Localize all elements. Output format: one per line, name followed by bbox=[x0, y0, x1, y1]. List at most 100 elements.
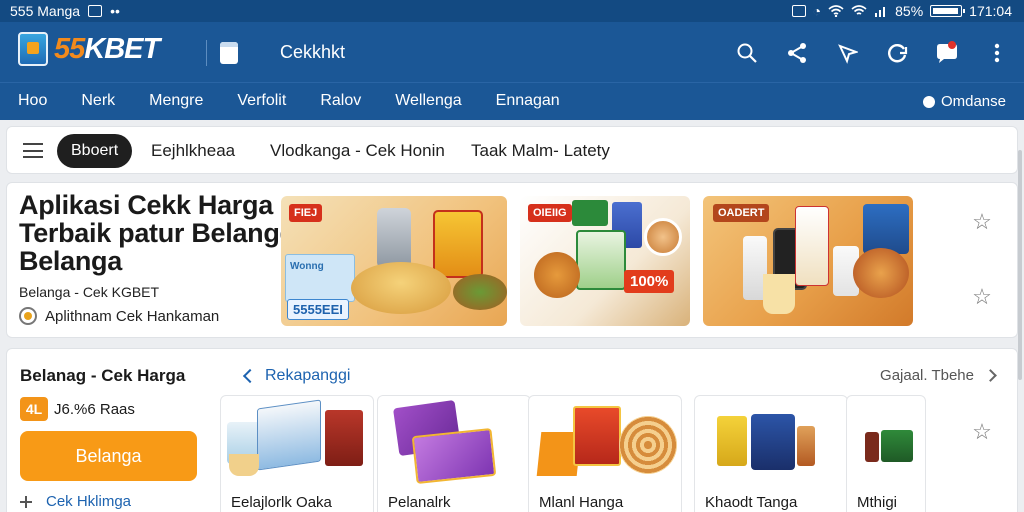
hero-tagline: Aplithnam Cek Hankaman bbox=[19, 307, 219, 325]
nav-tab[interactable]: Hoo bbox=[18, 92, 47, 110]
check-price-link[interactable]: Cek Hklimga bbox=[20, 493, 131, 510]
search-icon[interactable] bbox=[734, 40, 760, 66]
status-bar: 555 Manga •• ◔ 85% 171:04 bbox=[0, 0, 1024, 22]
cell-signal-icon bbox=[875, 7, 886, 17]
filter-bar: Bboert Eejhlkheaa Vlodkanga - Cek Honin … bbox=[6, 126, 1018, 174]
nav-tab[interactable]: Wellenga bbox=[395, 92, 461, 110]
favorite-star-icon[interactable]: ☆ bbox=[971, 421, 993, 443]
download-icon[interactable] bbox=[834, 40, 860, 66]
can-image bbox=[377, 208, 411, 268]
promo-banner-snacks[interactable]: OIEIIG 100% bbox=[520, 196, 690, 326]
panel-link[interactable]: Rekapanggi bbox=[242, 367, 350, 385]
product-name: Mlanl Hanga bbox=[539, 494, 624, 511]
product-box-image bbox=[863, 204, 909, 254]
promo-banner-grocery[interactable]: OADERT bbox=[703, 196, 913, 326]
wifi-icon bbox=[828, 5, 844, 17]
logo-cube-icon bbox=[18, 32, 48, 66]
product-name: Mthigi bbox=[857, 494, 898, 511]
buy-button[interactable]: Belanga bbox=[20, 431, 197, 481]
chevron-right-icon bbox=[984, 369, 997, 382]
app-bar-divider bbox=[206, 40, 207, 66]
battery-icon bbox=[930, 5, 966, 17]
filter-chip[interactable]: Eejhlkheaa bbox=[151, 141, 235, 161]
products-panel: Belanag - Cek Harga Rekapanggi Gajaal. T… bbox=[6, 348, 1018, 512]
nav-tab[interactable]: Nerk bbox=[81, 92, 115, 110]
clock: 171:04 bbox=[969, 3, 1012, 19]
status-app-name: 555 Manga bbox=[10, 3, 81, 19]
nav-bar: Hoo Nerk Mengre Verfolit Ralov Wellenga … bbox=[0, 82, 1024, 120]
user-icon bbox=[922, 95, 935, 108]
logo-wordmark: 55KBET bbox=[54, 32, 160, 65]
see-all-link[interactable]: Gajaal. Tbehe bbox=[880, 367, 997, 384]
product-card[interactable]: Khaodt Tanga bbox=[694, 395, 848, 512]
nav-tab[interactable]: Verfolit bbox=[237, 92, 286, 110]
app-title: Cekkhkt bbox=[280, 42, 346, 62]
app-badge-icon bbox=[19, 307, 37, 325]
nav-tab[interactable]: Ralov bbox=[320, 92, 361, 110]
user-label: Omdanse bbox=[940, 93, 1006, 110]
panel-title: Belanag - Cek Harga bbox=[20, 366, 186, 385]
app-bar-actions bbox=[734, 40, 1010, 66]
share-icon[interactable] bbox=[784, 40, 810, 66]
arrow-left-icon bbox=[242, 368, 258, 384]
user-menu[interactable]: Omdanse bbox=[922, 93, 1006, 110]
food-bowl-image bbox=[644, 218, 682, 256]
food-bowl-image bbox=[453, 274, 507, 310]
discount-badge: 100% bbox=[624, 270, 675, 293]
snack-bowl-image bbox=[853, 248, 909, 298]
battery-percent: 85% bbox=[895, 3, 924, 19]
menu-icon[interactable] bbox=[23, 143, 43, 158]
promo-tag: OIEIIG bbox=[528, 204, 572, 222]
cup-image bbox=[763, 274, 795, 314]
food-plate-image bbox=[351, 262, 451, 314]
promo-banner-food[interactable]: FIEJ Wonng 5555EEI bbox=[281, 196, 507, 326]
phone-icon bbox=[791, 5, 806, 17]
document-icon[interactable] bbox=[220, 42, 238, 64]
notification-icon[interactable] bbox=[934, 40, 960, 66]
price-text: J6.%6 Raas bbox=[54, 400, 135, 418]
hero-subtitle: Belanga - Cek KGBET bbox=[19, 284, 160, 300]
refresh-icon[interactable] bbox=[884, 40, 910, 66]
price-row: 4L J6.%6 Raas bbox=[20, 397, 135, 421]
nav-tab[interactable]: Ennagan bbox=[496, 92, 560, 110]
product-image bbox=[378, 396, 530, 492]
product-jar-image bbox=[795, 206, 829, 286]
product-name: Eelajlorlk Oaka bbox=[231, 494, 332, 511]
promo-tag: OADERT bbox=[713, 204, 770, 222]
app-bar: 55KBET Cekkhkt bbox=[0, 22, 1024, 82]
promo-tag: FIEJ bbox=[289, 204, 323, 222]
promo-logo-sticker: 5555EEI bbox=[287, 299, 349, 320]
nav-tabs: Hoo Nerk Mengre Verfolit Ralov Wellenga … bbox=[18, 92, 594, 110]
more-vert-icon[interactable] bbox=[984, 40, 1010, 66]
product-name: Khaodt Tanga bbox=[705, 494, 798, 511]
favorite-star-icon[interactable]: ☆ bbox=[971, 286, 993, 308]
product-pack-image bbox=[576, 230, 626, 290]
product-card[interactable]: Eelajlorlk Oaka bbox=[220, 395, 374, 512]
price-badge: 4L bbox=[20, 397, 48, 421]
product-image bbox=[221, 396, 373, 492]
product-name: Pelanalrk bbox=[388, 494, 451, 511]
product-card[interactable]: Mthigi bbox=[846, 395, 926, 512]
wifi-signal-icon bbox=[851, 5, 867, 15]
promo-card: Wonng bbox=[285, 254, 355, 302]
scrollbar[interactable] bbox=[1018, 150, 1022, 380]
product-image bbox=[529, 396, 681, 492]
filter-chip-active[interactable]: Bboert bbox=[57, 134, 133, 168]
plus-icon bbox=[20, 495, 32, 508]
product-image bbox=[847, 396, 925, 492]
product-card[interactable]: Mlanl Hanga bbox=[528, 395, 682, 512]
favorite-star-icon[interactable]: ☆ bbox=[971, 211, 993, 233]
fried-food-image bbox=[534, 252, 580, 298]
hero-banner: Aplikasi Cekk Harga Terbaik patur Belang… bbox=[6, 182, 1018, 338]
gallery-icon bbox=[88, 5, 103, 17]
filter-chip[interactable]: Vlodkanga - Cek Honin bbox=[270, 141, 445, 161]
app-logo[interactable]: 55KBET bbox=[18, 32, 160, 66]
product-image bbox=[695, 396, 847, 492]
product-box-image bbox=[572, 200, 608, 226]
nav-tab[interactable]: Mengre bbox=[149, 92, 203, 110]
product-box-image bbox=[433, 210, 483, 278]
overflow-dots-icon: •• bbox=[110, 3, 120, 19]
alarm-icon: ◔ bbox=[812, 3, 822, 19]
product-card[interactable]: Pelanalrk bbox=[377, 395, 531, 512]
filter-chip[interactable]: Taak Malm- Latety bbox=[471, 141, 610, 161]
